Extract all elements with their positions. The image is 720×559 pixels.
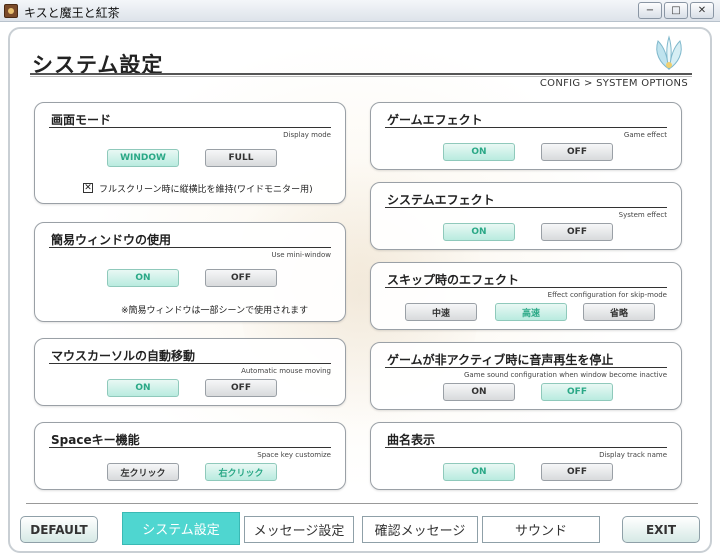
maximize-button[interactable]: □ — [664, 2, 688, 19]
box-title: 曲名表示 — [387, 433, 436, 447]
tab-message-settings[interactable]: メッセージ設定 — [244, 516, 354, 543]
box-divider — [49, 127, 331, 128]
box-divider — [385, 287, 667, 288]
system-effect-on-button[interactable]: ON — [443, 223, 515, 241]
config-panel: システム設定 CONFIG > SYSTEM OPTIONS 画面モード Dis… — [8, 27, 712, 553]
mouse-move-off-button[interactable]: OFF — [205, 379, 277, 397]
bottom-divider — [26, 503, 698, 504]
track-name-on-button[interactable]: ON — [443, 463, 515, 481]
mini-window-off-button[interactable]: OFF — [205, 269, 277, 287]
aspect-ratio-label: フルスクリーン時に縦横比を維持(ワイドモニター用) — [99, 185, 313, 195]
minimize-button[interactable]: − — [638, 2, 662, 19]
inactive-sound-box: ゲームが非アクティブ時に音声再生を停止 Game sound configura… — [370, 342, 682, 410]
game-effect-off-button[interactable]: OFF — [541, 143, 613, 161]
mini-window-on-button[interactable]: ON — [107, 269, 179, 287]
window-mode-button[interactable]: WINDOW — [107, 149, 179, 167]
box-divider — [385, 207, 667, 208]
track-name-off-button[interactable]: OFF — [541, 463, 613, 481]
track-name-box: 曲名表示 Display track name ON OFF — [370, 422, 682, 490]
default-button[interactable]: DEFAULT — [20, 516, 98, 543]
app-icon — [4, 4, 18, 18]
box-subtitle: Game sound configuration when window bec… — [464, 371, 667, 379]
box-subtitle: Display mode — [283, 131, 331, 139]
box-title: スキップ時のエフェクト — [387, 273, 520, 287]
header-divider — [30, 73, 692, 77]
system-effect-box: システムエフェクト System effect ON OFF — [370, 182, 682, 250]
flower-logo-icon — [656, 35, 682, 71]
box-title: 画面モード — [51, 113, 112, 127]
box-subtitle: Use mini-window — [271, 251, 331, 259]
mouse-move-on-button[interactable]: ON — [107, 379, 179, 397]
mini-window-box: 簡易ウィンドウの使用 Use mini-window ON OFF ※簡易ウィン… — [34, 222, 346, 322]
mouse-move-box: マウスカーソルの自動移動 Automatic mouse moving ON O… — [34, 338, 346, 406]
tab-confirm-message[interactable]: 確認メッセージ — [362, 516, 478, 543]
skip-fast-button[interactable]: 高速 — [495, 303, 567, 321]
box-subtitle: Effect configuration for skip-mode — [547, 291, 667, 299]
box-subtitle: System effect — [618, 211, 667, 219]
box-title: ゲームが非アクティブ時に音声再生を停止 — [387, 353, 614, 367]
box-divider — [49, 363, 331, 364]
page-subtitle: CONFIG > SYSTEM OPTIONS — [539, 78, 688, 89]
skip-omit-button[interactable]: 省略 — [583, 303, 655, 321]
exit-button[interactable]: EXIT — [622, 516, 700, 543]
window-titlebar: キスと魔王と紅茶 − □ ✕ — [0, 0, 720, 22]
system-effect-off-button[interactable]: OFF — [541, 223, 613, 241]
box-title: 簡易ウィンドウの使用 — [51, 233, 172, 247]
tab-system-settings[interactable]: システム設定 — [122, 512, 240, 545]
box-divider — [385, 367, 667, 368]
space-right-click-button[interactable]: 右クリック — [205, 463, 277, 481]
full-mode-button[interactable]: FULL — [205, 149, 277, 167]
skip-medium-button[interactable]: 中速 — [405, 303, 477, 321]
aspect-ratio-checkbox[interactable]: ✕ — [83, 183, 93, 193]
game-effect-on-button[interactable]: ON — [443, 143, 515, 161]
skip-effect-box: スキップ時のエフェクト Effect configuration for ski… — [370, 262, 682, 330]
game-effect-box: ゲームエフェクト Game effect ON OFF — [370, 102, 682, 170]
box-divider — [385, 447, 667, 448]
box-title: Spaceキー機能 — [51, 433, 140, 447]
inactive-sound-on-button[interactable]: ON — [443, 383, 515, 401]
box-title: マウスカーソルの自動移動 — [51, 349, 196, 363]
space-left-click-button[interactable]: 左クリック — [107, 463, 179, 481]
box-divider — [49, 447, 331, 448]
box-divider — [385, 127, 667, 128]
box-divider — [49, 247, 331, 248]
space-key-box: Spaceキー機能 Space key customize 左クリック 右クリッ… — [34, 422, 346, 490]
window-controls: − □ ✕ — [638, 2, 714, 19]
window-title: キスと魔王と紅茶 — [24, 6, 120, 20]
mini-window-note: ※簡易ウィンドウは一部シーンで使用されます — [121, 306, 309, 316]
tab-sound[interactable]: サウンド — [482, 516, 600, 543]
close-button[interactable]: ✕ — [690, 2, 714, 19]
box-title: システムエフェクト — [387, 193, 495, 207]
inactive-sound-off-button[interactable]: OFF — [541, 383, 613, 401]
box-subtitle: Game effect — [623, 131, 667, 139]
box-subtitle: Space key customize — [257, 451, 331, 459]
box-subtitle: Display track name — [599, 451, 667, 459]
display-mode-box: 画面モード Display mode WINDOW FULL ✕ フルスクリーン… — [34, 102, 346, 204]
box-subtitle: Automatic mouse moving — [241, 367, 331, 375]
box-title: ゲームエフェクト — [387, 113, 483, 127]
